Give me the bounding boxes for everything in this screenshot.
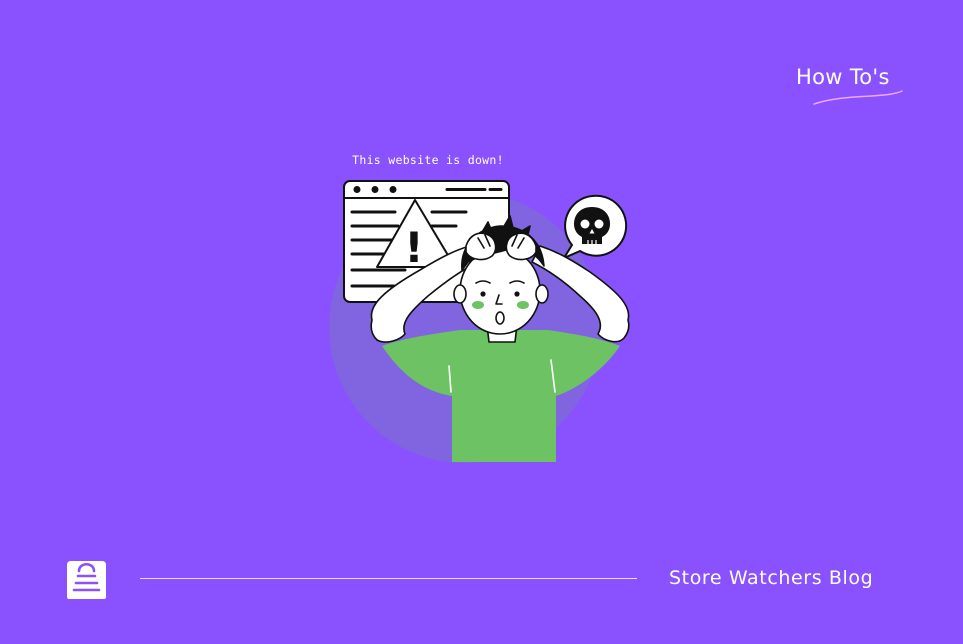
swoosh-underline-icon xyxy=(813,90,903,105)
warning-glyph: ! xyxy=(404,223,423,272)
website-down-illustration: This website is down! ! xyxy=(329,153,630,463)
category-tag[interactable]: How To's xyxy=(796,62,906,112)
blog-name[interactable]: Store Watchers Blog xyxy=(669,563,873,593)
footer-divider xyxy=(140,578,637,579)
illustration-caption: This website is down! xyxy=(352,153,504,167)
skull-speech-bubble-icon xyxy=(563,194,628,259)
shopping-bag-icon[interactable] xyxy=(64,557,109,601)
